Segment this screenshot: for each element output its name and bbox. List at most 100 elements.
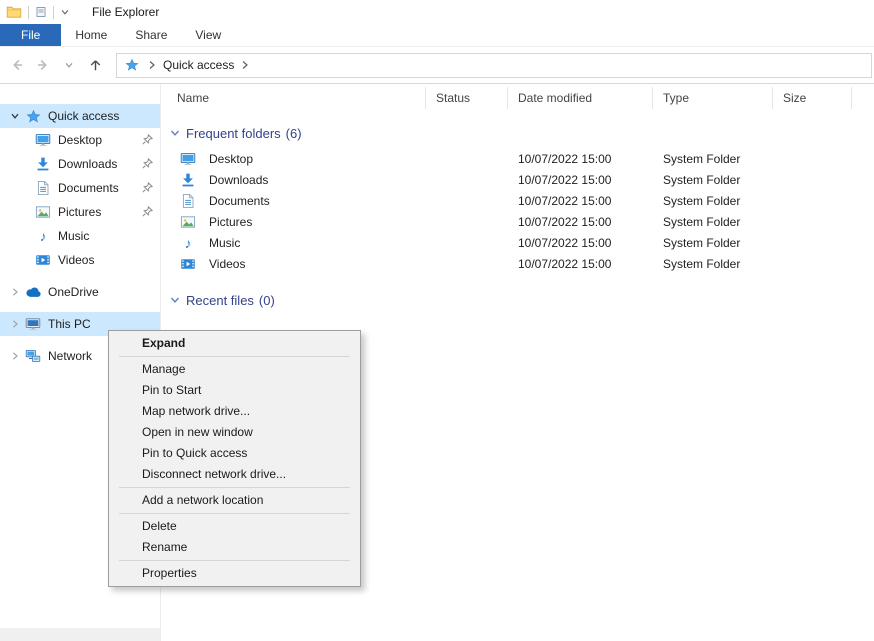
file-name-cell: Desktop xyxy=(161,151,426,167)
context-menu-item-open-in-new-window[interactable]: Open in new window xyxy=(109,422,360,443)
back-button[interactable] xyxy=(4,52,30,78)
file-type: System Folder xyxy=(653,173,773,187)
file-name: Documents xyxy=(209,194,270,208)
chevron-collapsed-icon[interactable] xyxy=(6,287,24,297)
ribbon-tab-home[interactable]: Home xyxy=(61,24,121,46)
sidebar-item-label: Videos xyxy=(58,253,160,267)
sidebar-horizontal-scrollbar[interactable] xyxy=(0,628,160,641)
ribbon-tab-share[interactable]: Share xyxy=(121,24,181,46)
sidebar-item-label: This PC xyxy=(48,317,160,331)
sidebar-item-pictures[interactable]: Pictures xyxy=(0,200,160,224)
menu-separator xyxy=(119,356,350,357)
file-explorer-window: File Explorer FileHomeShareView Quick ac… xyxy=(0,0,874,641)
column-header-size[interactable]: Size xyxy=(773,87,852,109)
context-menu-item-map-network-drive[interactable]: Map network drive... xyxy=(109,401,360,422)
menu-separator xyxy=(119,513,350,514)
context-menu: Expand ManagePin to StartMap network driv… xyxy=(108,330,361,587)
group-label: Frequent folders xyxy=(186,126,281,141)
column-header-date-modified[interactable]: Date modified xyxy=(508,87,653,109)
file-date-modified: 10/07/2022 15:00 xyxy=(508,236,653,250)
file-row-videos[interactable]: Videos 10/07/2022 15:00System Folder xyxy=(161,253,874,274)
pin-icon xyxy=(142,134,153,148)
pictures-icon xyxy=(179,214,197,230)
breadcrumb-chevron-icon[interactable] xyxy=(148,60,156,70)
window-title: File Explorer xyxy=(92,5,159,19)
customize-toolbar-chevron-icon[interactable] xyxy=(60,7,70,17)
group-count: (0) xyxy=(259,293,275,308)
group-collapse-chevron-icon[interactable] xyxy=(169,294,181,306)
ribbon-tab-view[interactable]: View xyxy=(181,24,235,46)
context-menu-item-rename[interactable]: Rename xyxy=(109,537,360,558)
titlebar: File Explorer xyxy=(0,0,874,24)
context-menu-item-properties[interactable]: Properties xyxy=(109,563,360,584)
navigation-bar: Quick access xyxy=(0,47,874,84)
ribbon-tab-file[interactable]: File xyxy=(0,24,61,46)
file-type: System Folder xyxy=(653,257,773,271)
column-header-status[interactable]: Status xyxy=(426,87,508,109)
documents-icon xyxy=(179,193,197,209)
breadcrumb-chevron-icon[interactable] xyxy=(241,60,249,70)
sidebar-item-music[interactable]: ♪Music xyxy=(0,224,160,248)
context-menu-item-pin-to-quick-access[interactable]: Pin to Quick access xyxy=(109,443,360,464)
sidebar-item-label: Music xyxy=(58,229,160,243)
sidebar-item-videos[interactable]: Videos xyxy=(0,248,160,272)
file-row-downloads[interactable]: Downloads10/07/2022 15:00System Folder xyxy=(161,169,874,190)
file-name: Videos xyxy=(209,257,245,271)
breadcrumb-quick-access[interactable]: Quick access xyxy=(163,58,234,72)
file-list: Desktop10/07/2022 15:00System FolderDown… xyxy=(161,148,874,274)
sidebar-item-downloads[interactable]: Downloads xyxy=(0,152,160,176)
sidebar-item-quick-access[interactable]: Quick access xyxy=(0,104,160,128)
file-name: Pictures xyxy=(209,215,252,229)
file-row-pictures[interactable]: Pictures10/07/2022 15:00System Folder xyxy=(161,211,874,232)
file-type: System Folder xyxy=(653,236,773,250)
column-header-type[interactable]: Type xyxy=(653,87,773,109)
file-date-modified: 10/07/2022 15:00 xyxy=(508,194,653,208)
titlebar-divider xyxy=(53,6,54,19)
pictures-icon xyxy=(34,204,52,220)
address-bar[interactable]: Quick access xyxy=(116,53,872,78)
quick-access-toolbar-icon[interactable] xyxy=(35,6,47,18)
quick-access-icon xyxy=(123,57,141,73)
pin-icon xyxy=(142,182,153,196)
context-menu-item-manage[interactable]: Manage xyxy=(109,359,360,380)
group-count: (6) xyxy=(286,126,302,141)
context-menu-item-disconnect-network-drive[interactable]: Disconnect network drive... xyxy=(109,464,360,485)
column-header-name[interactable]: Name xyxy=(161,87,426,109)
file-row-documents[interactable]: Documents10/07/2022 15:00System Folder xyxy=(161,190,874,211)
chevron-collapsed-icon[interactable] xyxy=(6,319,24,329)
menu-separator xyxy=(119,560,350,561)
this-pc-icon xyxy=(24,316,42,332)
chevron-collapsed-icon[interactable] xyxy=(6,351,24,361)
videos-icon xyxy=(179,256,197,272)
file-name-cell: ♪Music xyxy=(161,235,426,251)
chevron-expanded-icon[interactable] xyxy=(6,111,24,121)
recent-locations-chevron-icon[interactable] xyxy=(56,52,82,78)
sidebar-item-desktop[interactable]: Desktop xyxy=(0,128,160,152)
file-date-modified: 10/07/2022 15:00 xyxy=(508,173,653,187)
file-row-music[interactable]: ♪Music 10/07/2022 15:00System Folder xyxy=(161,232,874,253)
context-menu-item-add-a-network-location[interactable]: Add a network location xyxy=(109,490,360,511)
group-collapse-chevron-icon[interactable] xyxy=(169,127,181,139)
file-date-modified: 10/07/2022 15:00 xyxy=(508,257,653,271)
group-header-frequent-folders[interactable]: Frequent folders (6) xyxy=(169,122,874,144)
titlebar-divider xyxy=(28,6,29,19)
group-header-recent-files[interactable]: Recent files (0) xyxy=(169,289,874,311)
file-type: System Folder xyxy=(653,152,773,166)
up-button[interactable] xyxy=(82,52,108,78)
context-menu-item-pin-to-start[interactable]: Pin to Start xyxy=(109,380,360,401)
file-name: Music xyxy=(209,236,240,250)
pin-icon xyxy=(142,158,153,172)
file-type: System Folder xyxy=(653,215,773,229)
desktop-icon xyxy=(34,132,52,148)
file-date-modified: 10/07/2022 15:00 xyxy=(508,152,653,166)
ribbon-tabs: FileHomeShareView xyxy=(0,24,874,47)
file-row-desktop[interactable]: Desktop 10/07/2022 15:00System Folder xyxy=(161,148,874,169)
forward-button[interactable] xyxy=(30,52,56,78)
sidebar-item-onedrive[interactable]: OneDrive xyxy=(0,280,160,304)
quick-access-icon xyxy=(24,108,42,124)
sidebar-item-label: OneDrive xyxy=(48,285,160,299)
file-name-cell: Pictures xyxy=(161,214,426,230)
context-menu-item-expand[interactable]: Expand xyxy=(109,333,360,354)
context-menu-item-delete[interactable]: Delete xyxy=(109,516,360,537)
sidebar-item-documents[interactable]: Documents xyxy=(0,176,160,200)
